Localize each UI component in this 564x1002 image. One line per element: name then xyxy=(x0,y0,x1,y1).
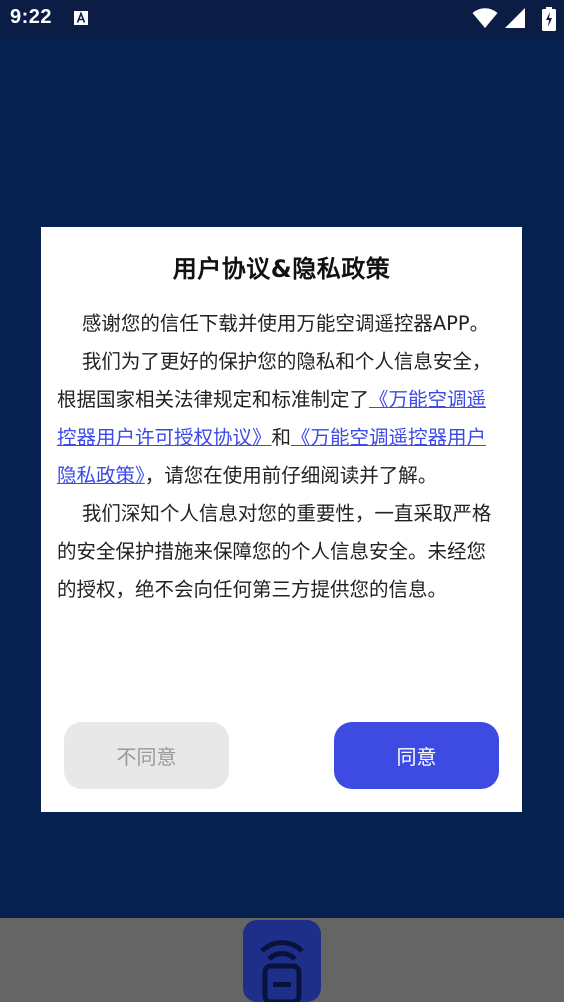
dialog-title: 用户协议&隐私政策 xyxy=(172,255,391,283)
policy-paragraph: 我们为了更好的保护您的隐私和个人信息安全，根据国家相关法律规定和标准制定了《万能… xyxy=(57,343,497,495)
intro-paragraph: 感谢您的信任下载并使用万能空调遥控器APP。 xyxy=(81,312,490,335)
policy-text-and: 和 xyxy=(271,426,292,449)
policy-text-after: ，请您在使用前仔细阅读并了解。 xyxy=(144,464,438,487)
dialog-body[interactable]: 感谢您的信任下载并使用万能空调遥控器APP。 我们为了更好的保护您的隐私和个人信… xyxy=(57,305,497,699)
security-paragraph: 我们深知个人信息对您的重要性，一直采取严格的安全保护措施来保障您的个人信息安全。… xyxy=(57,502,492,601)
agree-button[interactable]: 同意 xyxy=(334,722,499,789)
agreement-dialog: 用户协议&隐私政策 感谢您的信任下载并使用万能空调遥控器APP。 我们为了更好的… xyxy=(41,227,522,812)
disagree-button[interactable]: 不同意 xyxy=(64,722,229,789)
